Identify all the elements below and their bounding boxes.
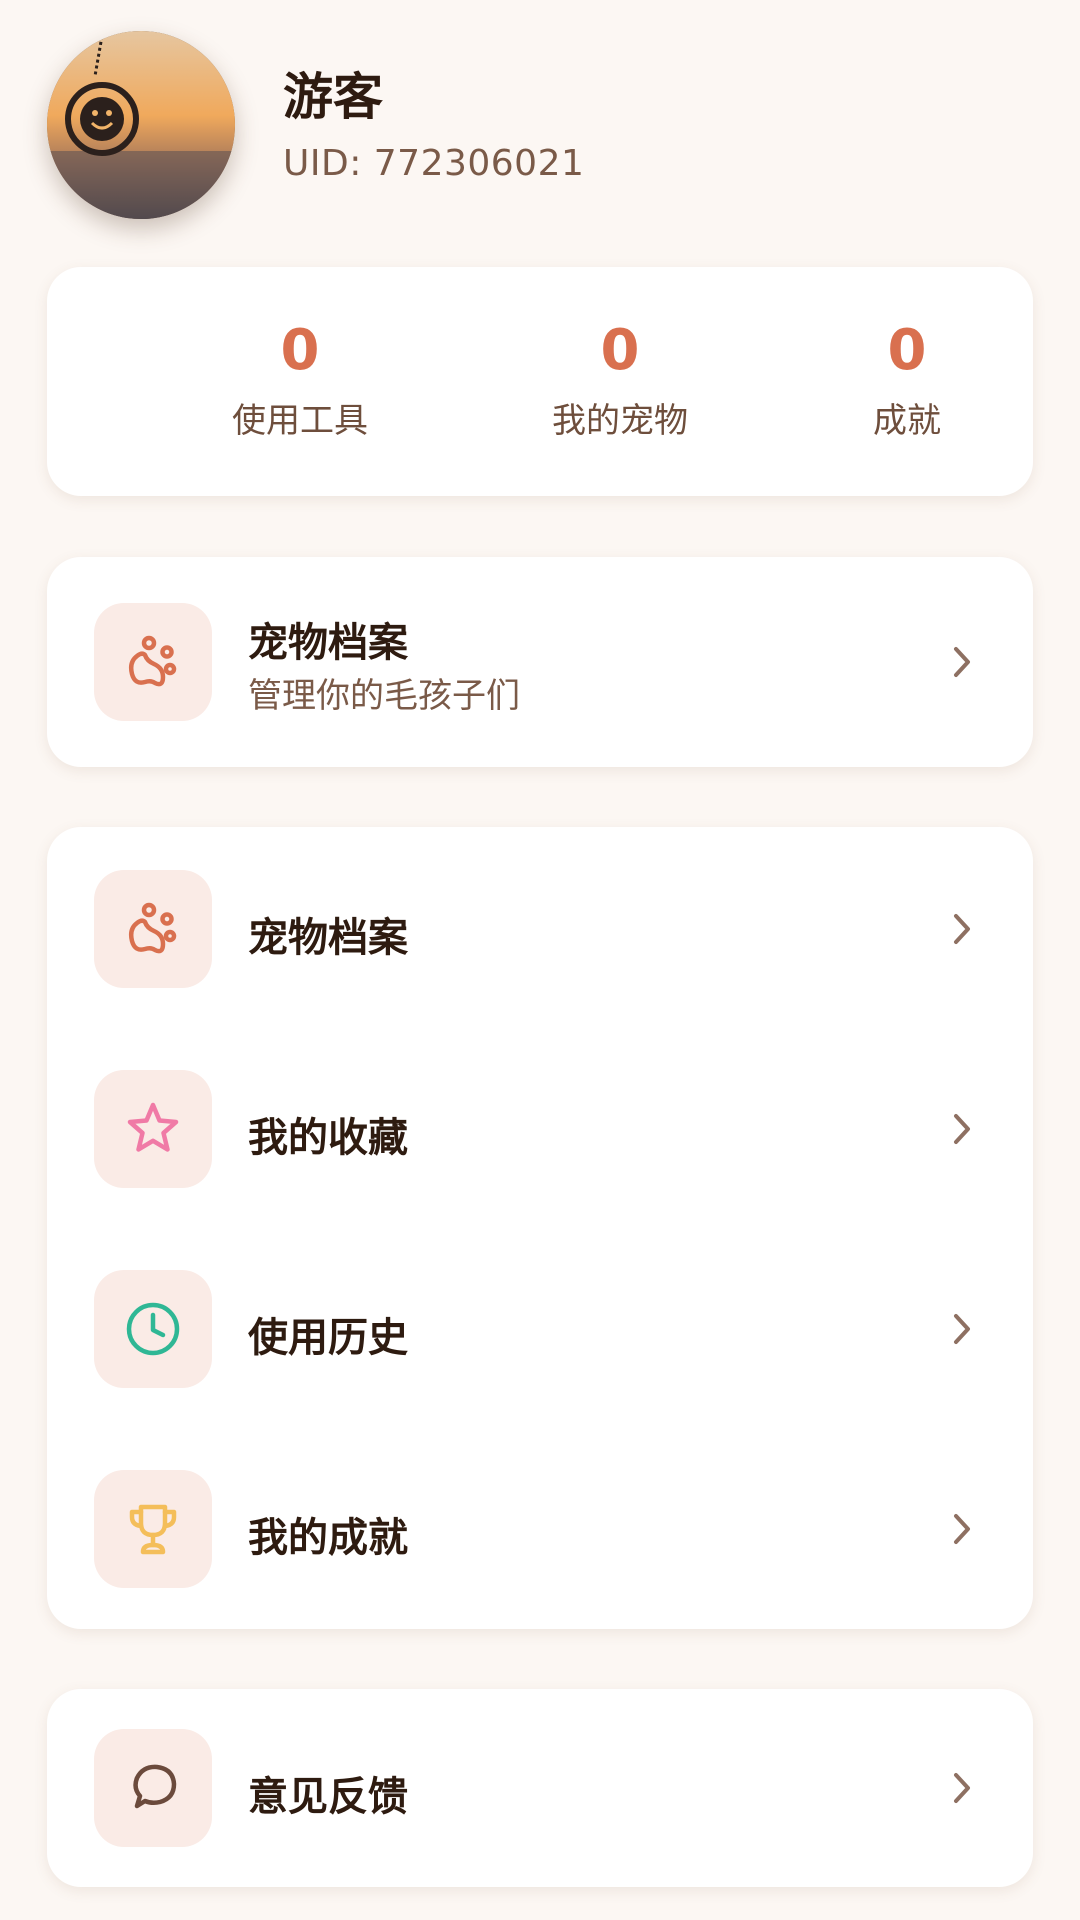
pet-profile-card[interactable]: 宠物档案 管理你的毛孩子们 bbox=[47, 557, 1033, 767]
menu-item-label: 宠物档案 bbox=[248, 915, 408, 961]
chevron-right-icon bbox=[954, 1514, 970, 1544]
chat-bubble-icon bbox=[94, 1729, 212, 1847]
feedback-label: 意见反馈 bbox=[248, 1774, 408, 1820]
profile-page: 游客 UID: 772306021 0 使用工具 0 我的宠物 0 成就 宠物档… bbox=[0, 0, 1080, 1920]
pet-profile-subtitle: 管理你的毛孩子们 bbox=[248, 676, 520, 716]
stat-tools-used[interactable]: 0 使用工具 bbox=[190, 318, 410, 442]
stat-value: 0 bbox=[280, 318, 320, 383]
menu-item-pet-profile[interactable]: 宠物档案 bbox=[47, 854, 1033, 1004]
chevron-right-icon bbox=[954, 647, 970, 677]
chevron-right-icon bbox=[954, 1114, 970, 1144]
trophy-icon bbox=[94, 1470, 212, 1588]
paw-icon bbox=[94, 603, 212, 721]
stats-card: 0 使用工具 0 我的宠物 0 成就 bbox=[47, 267, 1033, 496]
avatar[interactable] bbox=[47, 31, 235, 219]
user-name: 游客 bbox=[283, 67, 383, 126]
menu-item-label: 我的收藏 bbox=[248, 1115, 408, 1161]
paw-icon bbox=[94, 870, 212, 988]
stat-label: 我的宠物 bbox=[552, 401, 688, 442]
menu-item-favorites[interactable]: 我的收藏 bbox=[47, 1054, 1033, 1204]
menu-item-label: 我的成就 bbox=[248, 1515, 408, 1561]
profile-header: 游客 UID: 772306021 bbox=[47, 31, 584, 219]
stat-achievements[interactable]: 0 成就 bbox=[797, 318, 1017, 442]
chevron-right-icon bbox=[954, 1773, 970, 1803]
chevron-right-icon bbox=[954, 1314, 970, 1344]
feedback-card[interactable]: 意见反馈 bbox=[47, 1689, 1033, 1887]
pet-profile-title: 宠物档案 bbox=[248, 620, 408, 666]
user-uid: UID: 772306021 bbox=[283, 142, 585, 184]
clock-icon bbox=[94, 1270, 212, 1388]
menu-item-usage-history[interactable]: 使用历史 bbox=[47, 1254, 1033, 1404]
menu-card: 宠物档案 我的收藏 使用历史 我的成就 bbox=[47, 827, 1033, 1629]
chevron-right-icon bbox=[954, 914, 970, 944]
menu-item-label: 使用历史 bbox=[248, 1315, 408, 1361]
stat-label: 使用工具 bbox=[232, 401, 368, 442]
stat-my-pets[interactable]: 0 我的宠物 bbox=[510, 318, 730, 442]
avatar-image bbox=[47, 31, 235, 219]
star-icon bbox=[94, 1070, 212, 1188]
menu-item-achievements[interactable]: 我的成就 bbox=[47, 1454, 1033, 1604]
stat-label: 成就 bbox=[873, 401, 941, 442]
stat-value: 0 bbox=[600, 318, 640, 383]
stat-value: 0 bbox=[887, 318, 927, 383]
